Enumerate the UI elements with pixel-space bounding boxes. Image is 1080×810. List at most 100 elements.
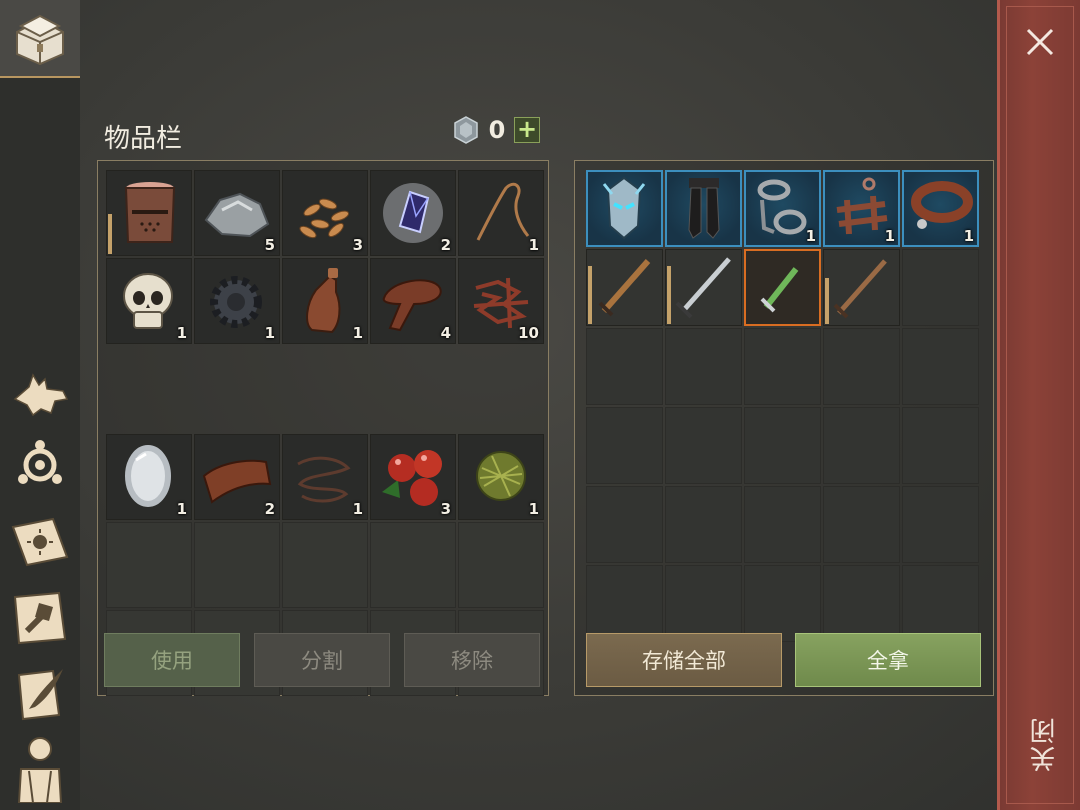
skills-tab[interactable] (8, 510, 72, 574)
inventory-slot-stone[interactable]: 5 (194, 170, 280, 256)
close-panel[interactable]: 关闭 (997, 0, 1080, 810)
inventory-slot-tangled-wire[interactable]: 10 (458, 258, 544, 344)
inventory-slot-empty[interactable] (194, 522, 280, 608)
storage-slot-empty[interactable] (665, 486, 742, 563)
ice-mask-icon (602, 176, 646, 240)
storage-slot-iron-chains[interactable]: 1 (744, 170, 821, 247)
add-currency-button[interactable]: + (514, 117, 540, 143)
inventory-slot-rope[interactable]: 1 (458, 170, 544, 256)
storage-slot-empty[interactable] (902, 249, 979, 326)
storage-grid: 1 1 1 (586, 170, 979, 642)
storage-slot-empty[interactable] (902, 565, 979, 642)
inventory-slot-berries[interactable]: 3 (370, 434, 456, 520)
wolf-tab[interactable] (8, 362, 72, 426)
storage-slot-empty[interactable] (823, 407, 900, 484)
inventory-slot-gear[interactable]: 1 (194, 258, 280, 344)
character-icon (17, 737, 63, 803)
item-quantity: 3 (440, 500, 451, 518)
steel-sword-icon (675, 257, 731, 319)
storage-slot-empty[interactable] (744, 328, 821, 405)
inventory-slot-mirror[interactable]: 1 (106, 434, 192, 520)
item-quantity: 2 (440, 236, 451, 254)
inventory-slot-empty[interactable] (370, 522, 456, 608)
storage-slot-empty[interactable] (902, 407, 979, 484)
item-quantity: 1 (264, 324, 275, 342)
storage-slot-leather-collar[interactable]: 1 (902, 170, 979, 247)
split-button[interactable]: 分割 (254, 633, 390, 687)
inventory-slot-empty[interactable] (106, 522, 192, 608)
storage-slot-poison-dagger[interactable] (744, 249, 821, 326)
knight-helmet-icon (124, 182, 176, 243)
wolf-icon (13, 373, 69, 417)
storage-slot-empty[interactable] (744, 565, 821, 642)
quests-tab[interactable] (8, 662, 72, 726)
storage-slot-empty[interactable] (586, 486, 663, 563)
item-quantity: 1 (176, 500, 187, 518)
quill-scroll-icon (17, 669, 63, 721)
inventory-slot-skull[interactable]: 1 (106, 258, 192, 344)
storage-slot-empty[interactable] (586, 565, 663, 642)
storage-slot-empty[interactable] (823, 486, 900, 563)
inventory-slot-leather-strap[interactable]: 4 (370, 258, 456, 344)
storage-slot-steel-sword[interactable] (665, 249, 742, 326)
bronze-sword-icon (598, 259, 651, 317)
storage-slot-wooden-sword[interactable] (823, 249, 900, 326)
storage-slot-ice-mask[interactable] (586, 170, 663, 247)
item-quantity: 4 (440, 324, 451, 342)
item-quantity: 1 (176, 324, 187, 342)
storage-slot-empty[interactable] (586, 328, 663, 405)
inventory-slot-seeds[interactable]: 3 (282, 170, 368, 256)
storage-slot-empty[interactable] (665, 328, 742, 405)
storage-slot-empty[interactable] (902, 486, 979, 563)
clan-symbol-icon (18, 440, 62, 484)
storage-slot-empty[interactable] (744, 486, 821, 563)
storage-slot-empty[interactable] (665, 565, 742, 642)
storage-slot-empty[interactable] (902, 328, 979, 405)
storage-slot-empty[interactable] (665, 407, 742, 484)
inventory-slot-leather-scroll[interactable]: 2 (194, 434, 280, 520)
storage-slot-empty[interactable] (744, 407, 821, 484)
storage-slot-dark-boots[interactable] (665, 170, 742, 247)
durability-bar (825, 278, 829, 324)
currency-count: 0 (488, 116, 506, 144)
character-tab[interactable] (8, 736, 72, 803)
item-quantity: 3 (352, 236, 363, 254)
storage-slot-wooden-trap[interactable]: 1 (823, 170, 900, 247)
crafting-tab[interactable] (8, 586, 72, 650)
store-all-button[interactable]: 存储全部 (586, 633, 782, 687)
inventory-title: 物品栏 (104, 124, 183, 154)
storage-slot-bronze-sword[interactable] (586, 249, 663, 326)
silver-coin-icon (454, 116, 478, 144)
storage-slot-empty[interactable] (586, 407, 663, 484)
remove-button[interactable]: 移除 (404, 633, 540, 687)
inventory-slot-hay-ball[interactable]: 1 (458, 434, 544, 520)
durability-bar (588, 266, 592, 324)
item-quantity: 5 (264, 236, 275, 254)
item-quantity: 1 (528, 500, 539, 518)
item-quantity: 2 (264, 500, 275, 518)
inventory-slot-empty[interactable] (282, 522, 368, 608)
chest-tab[interactable] (0, 0, 80, 78)
take-all-button[interactable]: 全拿 (795, 633, 981, 687)
clan-tab[interactable] (8, 432, 72, 496)
row-separator (106, 346, 544, 352)
item-quantity: 1 (528, 236, 539, 254)
item-quantity: 1 (805, 227, 816, 245)
inventory-slot-leather-bottle[interactable]: 1 (282, 258, 368, 344)
storage-slot-empty[interactable] (823, 565, 900, 642)
inventory-slot-empty[interactable] (458, 522, 544, 608)
currency-display: 0 + (452, 116, 540, 144)
item-quantity: 1 (884, 227, 895, 245)
inventory-slot-cord[interactable]: 1 (282, 434, 368, 520)
use-button[interactable]: 使用 (104, 633, 240, 687)
inventory-slot-knight-helmet[interactable] (106, 170, 192, 256)
item-quantity: 1 (352, 500, 363, 518)
inventory-slot-crystal[interactable]: 2 (370, 170, 456, 256)
poison-dagger-icon (760, 267, 799, 313)
durability-bar (667, 266, 671, 324)
durability-bar (108, 214, 112, 254)
wooden-sword-icon (833, 259, 887, 319)
close-icon[interactable] (1020, 22, 1060, 62)
close-label: 关闭 (1030, 716, 1060, 772)
storage-slot-empty[interactable] (823, 328, 900, 405)
